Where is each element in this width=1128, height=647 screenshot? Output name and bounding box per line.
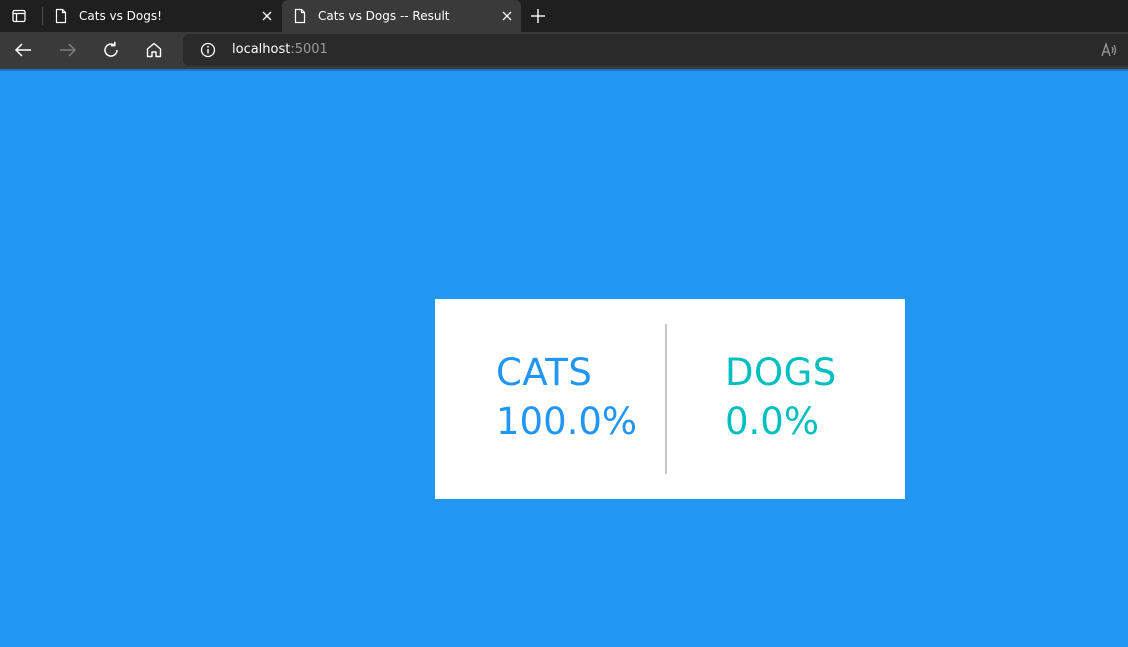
cats-label: CATS (496, 351, 593, 394)
tab-actions-button[interactable] (0, 0, 38, 32)
refresh-button[interactable] (98, 38, 124, 62)
read-aloud-icon[interactable] (1100, 41, 1118, 59)
page-icon (294, 8, 306, 24)
forward-button[interactable] (55, 38, 81, 62)
tab-strip: Cats vs Dogs! Cats vs Dogs -- Result (0, 0, 1128, 32)
toolbar-shadow (0, 69, 1128, 71)
new-tab-icon[interactable] (527, 6, 549, 26)
cats-percent: 100.0% (496, 400, 638, 443)
tab-title: Cats vs Dogs -- Result (318, 9, 450, 23)
tab-cats-vs-dogs[interactable]: Cats vs Dogs! (43, 0, 281, 32)
tab-actions-icon (12, 9, 26, 23)
refresh-icon (104, 41, 118, 57)
tab-title: Cats vs Dogs! (79, 9, 162, 23)
url-host: localhost (232, 42, 291, 57)
close-icon[interactable] (259, 8, 275, 24)
dogs-result: DOGS 0.0% (725, 351, 837, 444)
info-icon[interactable] (200, 42, 216, 58)
arrow-right-icon (60, 43, 77, 57)
arrow-left-icon (14, 43, 31, 57)
result-divider (665, 324, 667, 474)
page-icon (55, 8, 67, 24)
url-text: localhost:5001 (232, 42, 328, 58)
result-card: CATS 100.0% DOGS 0.0% (435, 299, 905, 499)
address-bar[interactable]: localhost:5001 (183, 34, 1128, 66)
tab-result[interactable]: Cats vs Dogs -- Result (282, 0, 521, 32)
dogs-label: DOGS (725, 351, 837, 394)
cats-result: CATS 100.0% (496, 351, 637, 444)
back-button[interactable] (10, 38, 36, 62)
browser-toolbar: localhost:5001 (0, 32, 1128, 69)
home-button[interactable] (141, 38, 167, 62)
close-icon[interactable] (499, 8, 515, 24)
url-port: :5001 (290, 42, 328, 57)
home-icon (146, 42, 162, 58)
dogs-percent: 0.0% (725, 400, 819, 443)
